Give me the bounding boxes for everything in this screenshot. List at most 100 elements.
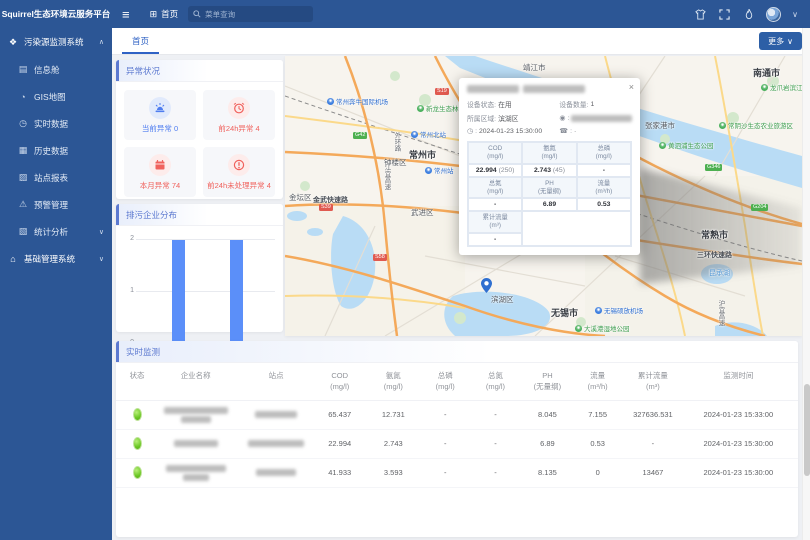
map-poi-blue-常州站: ●常州站 [425, 165, 454, 175]
status-green-dot [133, 466, 142, 479]
poi-marker-icon: ● [411, 131, 418, 138]
chevron-down-icon: ∨ [787, 37, 793, 46]
poi-marker-icon: ● [327, 98, 334, 105]
breadcrumb-home[interactable]: 首页 [161, 8, 178, 20]
app-logo: Squirrel生态环境云服务平台 [0, 8, 112, 20]
more-button[interactable]: 更多∨ [759, 32, 802, 50]
cell-累计流量: 13467 [621, 468, 685, 477]
map-label-常熟市: 常熟市 [701, 228, 728, 241]
popup-param-value: - [468, 233, 522, 246]
map-poi-green-大溪港湿地公园: ●大溪港湿地公园 [575, 323, 630, 333]
menu-search-box[interactable] [188, 6, 313, 22]
sidebar-group-label: 污染源监测系统 [24, 36, 84, 48]
tab-bar: 首页 更多∨ [112, 28, 810, 55]
company-name-redacted [152, 440, 239, 447]
column-header-累计流量: 累计流量(m³) [621, 370, 685, 393]
sidebar-item-6[interactable]: ▧ 统计分析∨ [0, 218, 112, 245]
popup-measurements-table: COD(mg/l)氨氮(mg/l)总磷(mg/l)22.994 (250)2.7… [467, 141, 632, 247]
menu-item-icon: ▧ [18, 226, 28, 237]
column-header-状态: 状态 [122, 370, 152, 393]
cell-氨氮: 12.731 [367, 410, 421, 419]
breadcrumb[interactable]: ⊞ 首页 [140, 8, 189, 20]
park-marker-icon: ● [417, 105, 424, 112]
location-pin-icon: ◉ [559, 114, 565, 122]
cell-COD: 22.994 [313, 439, 367, 448]
enterprise-distribution-title: 排污企业分布 [116, 204, 283, 226]
region-label: 所属区域: [467, 113, 496, 123]
cell-PH: 6.89 [521, 439, 575, 448]
monitor-table-body: 65.43712.731--8.0457.155327636.5312024-0… [116, 401, 798, 488]
realtime-monitor-card: 实时监测 状态企业名称站点COD(mg/l)氨氮(mg/l)总磷(mg/l)总氮… [116, 341, 798, 537]
user-avatar[interactable] [766, 7, 781, 22]
sidebar-item-1[interactable]: ◔ GIS地图 [0, 83, 112, 110]
abnormal-stat-0[interactable]: 当前异常 0 [124, 90, 196, 140]
sidebar-item-5[interactable]: ⚠ 预警管理 [0, 191, 112, 218]
abnormal-stat-3[interactable]: 前24h未处理异常 4 [203, 147, 275, 197]
park-marker-icon: ● [575, 325, 582, 332]
menu-item-label: 预警管理 [34, 199, 68, 211]
sidebar-group-pollution-monitor[interactable]: ❖ 污染源监测系统 ∧ [0, 28, 112, 56]
menu-item-icon: ⚠ [18, 199, 28, 210]
user-menu-chevron-icon[interactable]: ∨ [792, 10, 798, 19]
scrollbar-thumb[interactable] [804, 384, 810, 476]
theme-icon[interactable] [694, 8, 707, 21]
bar-滨湖区[interactable] [230, 240, 243, 343]
park-marker-icon: ● [761, 84, 768, 91]
address-redacted [571, 115, 632, 122]
map-poi-green-新龙生态林: ●新龙生态林 [417, 103, 459, 113]
page-scrollbar[interactable] [802, 28, 810, 540]
abnormal-stat-1[interactable]: 前24h异常 4 [203, 90, 275, 140]
cell-流量: 0 [574, 468, 621, 477]
road-shield-S19: S19 [435, 88, 449, 95]
station-info-popup: × 设备状态:在用 设备数量:1 所属区域:滨湖区 ◉: ◷:2024-01-2… [459, 78, 640, 255]
cell-氨氮: 2.743 [367, 439, 421, 448]
bar-无锡市[interactable] [172, 240, 185, 343]
close-icon[interactable]: × [629, 82, 634, 92]
main-area: 首页 更多∨ 异常状况 当前异常 0 前24h异常 4 本月异常 74 前24h… [112, 28, 810, 540]
map-panel[interactable]: 靖江市南通市张家港市●常州奔牛国际机场●新龙生态林●常州北站常州市钟楼区●常州站… [285, 56, 802, 336]
popup-param-header: 总氮(mg/l) [468, 177, 522, 199]
stat-label: 前24h未处理异常 4 [207, 180, 271, 191]
sidebar-group-base-management[interactable]: ⌂ 基础管理系统 ∨ [0, 245, 112, 273]
tab-home[interactable]: 首页 [122, 28, 159, 54]
status-green-dot [133, 437, 142, 450]
abnormal-status-title: 异常状况 [116, 60, 283, 82]
sidebar-item-3[interactable]: ▦ 历史数据 [0, 137, 112, 164]
fullscreen-icon[interactable] [718, 8, 731, 21]
popup-param-header: PH(无量纲) [522, 177, 576, 199]
column-header-监测时间: 监测时间 [685, 370, 792, 393]
sidebar-group-label: 基础管理系统 [24, 253, 75, 265]
monitor-table-header: 状态企业名称站点COD(mg/l)氨氮(mg/l)总磷(mg/l)总氮(mg/l… [116, 363, 798, 401]
site-name-redacted [239, 411, 313, 418]
map-label-常州市: 常州市 [409, 148, 436, 161]
cell-总氮: - [470, 410, 520, 419]
stat-label: 前24h异常 4 [218, 123, 259, 134]
flame-icon[interactable] [742, 8, 755, 21]
chevron-up-icon: ∧ [99, 38, 104, 46]
map-poi-green-龙爪岩滨江风光带: ●龙爪岩滨江风光带 [761, 82, 802, 92]
calendar-icon [149, 154, 171, 176]
menu-search-input[interactable] [205, 10, 305, 19]
table-row[interactable]: 22.9942.743--6.890.53-2024-01-23 15:30:0… [116, 430, 798, 459]
sidebar-item-4[interactable]: ▨ 站点报表 [0, 164, 112, 191]
device-count-value: 1 [590, 101, 594, 108]
device-count-label: 设备数量: [559, 99, 588, 109]
abnormal-stat-2[interactable]: 本月异常 74 [124, 147, 196, 197]
sidebar-item-2[interactable]: ◷ 实时数据 [0, 110, 112, 137]
cell-总氮: - [470, 468, 520, 477]
menu-item-label: 站点报表 [34, 172, 68, 184]
map-label-滨湖区: 滨湖区 [491, 294, 514, 305]
sidebar-items: ▤ 信息舱◔ GIS地图◷ 实时数据▦ 历史数据▨ 站点报表⚠ 预警管理▧ 统计… [0, 56, 112, 245]
column-header-企业名称: 企业名称 [152, 370, 239, 393]
sidebar-toggle-icon[interactable]: ≡ [112, 7, 140, 22]
menu-item-icon: ◔ [18, 92, 28, 102]
popup-info: 设备状态:在用 设备数量:1 所属区域:滨湖区 ◉: ◷:2024-01-23 … [467, 99, 632, 135]
sidebar-item-0[interactable]: ▤ 信息舱 [0, 56, 112, 83]
popup-time: 2024-01-23 15:30:00 [479, 128, 542, 135]
map-label-三环快速路: 三环快速路 [697, 250, 732, 260]
clock-icon: ◷ [467, 127, 473, 135]
table-row[interactable]: 41.9333.593--8.1350134672024-01-23 15:30… [116, 459, 798, 488]
popup-param-value: - [577, 164, 631, 177]
road-shield-S39: S39 [319, 204, 333, 211]
table-row[interactable]: 65.43712.731--8.0457.155327636.5312024-0… [116, 401, 798, 430]
